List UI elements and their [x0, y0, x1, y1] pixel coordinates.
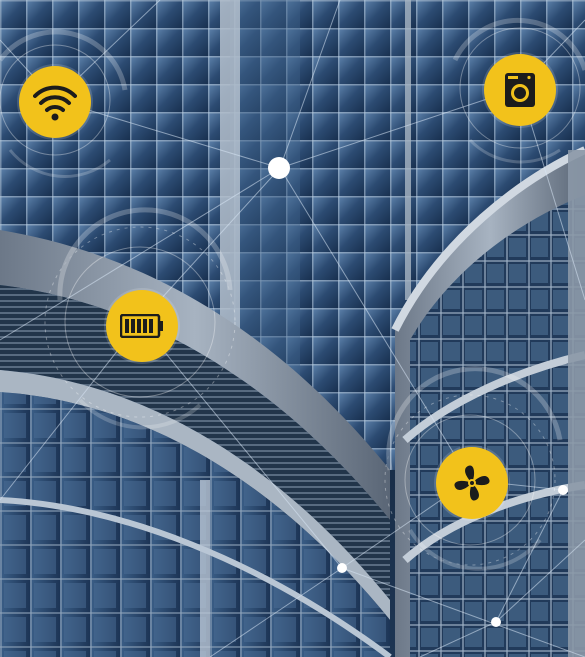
network-node — [558, 485, 568, 495]
fan-badge — [436, 447, 508, 519]
wifi-badge — [19, 66, 91, 138]
smart-building-illustration — [0, 0, 585, 657]
washing-machine-icon — [505, 73, 535, 107]
network-node — [491, 617, 501, 627]
fan-icon — [454, 465, 490, 501]
washing-machine-badge — [484, 54, 556, 126]
wifi-icon — [33, 85, 77, 121]
battery-badge — [106, 290, 178, 362]
battery-icon — [120, 314, 163, 338]
network-node — [337, 563, 347, 573]
network-node — [268, 157, 290, 179]
